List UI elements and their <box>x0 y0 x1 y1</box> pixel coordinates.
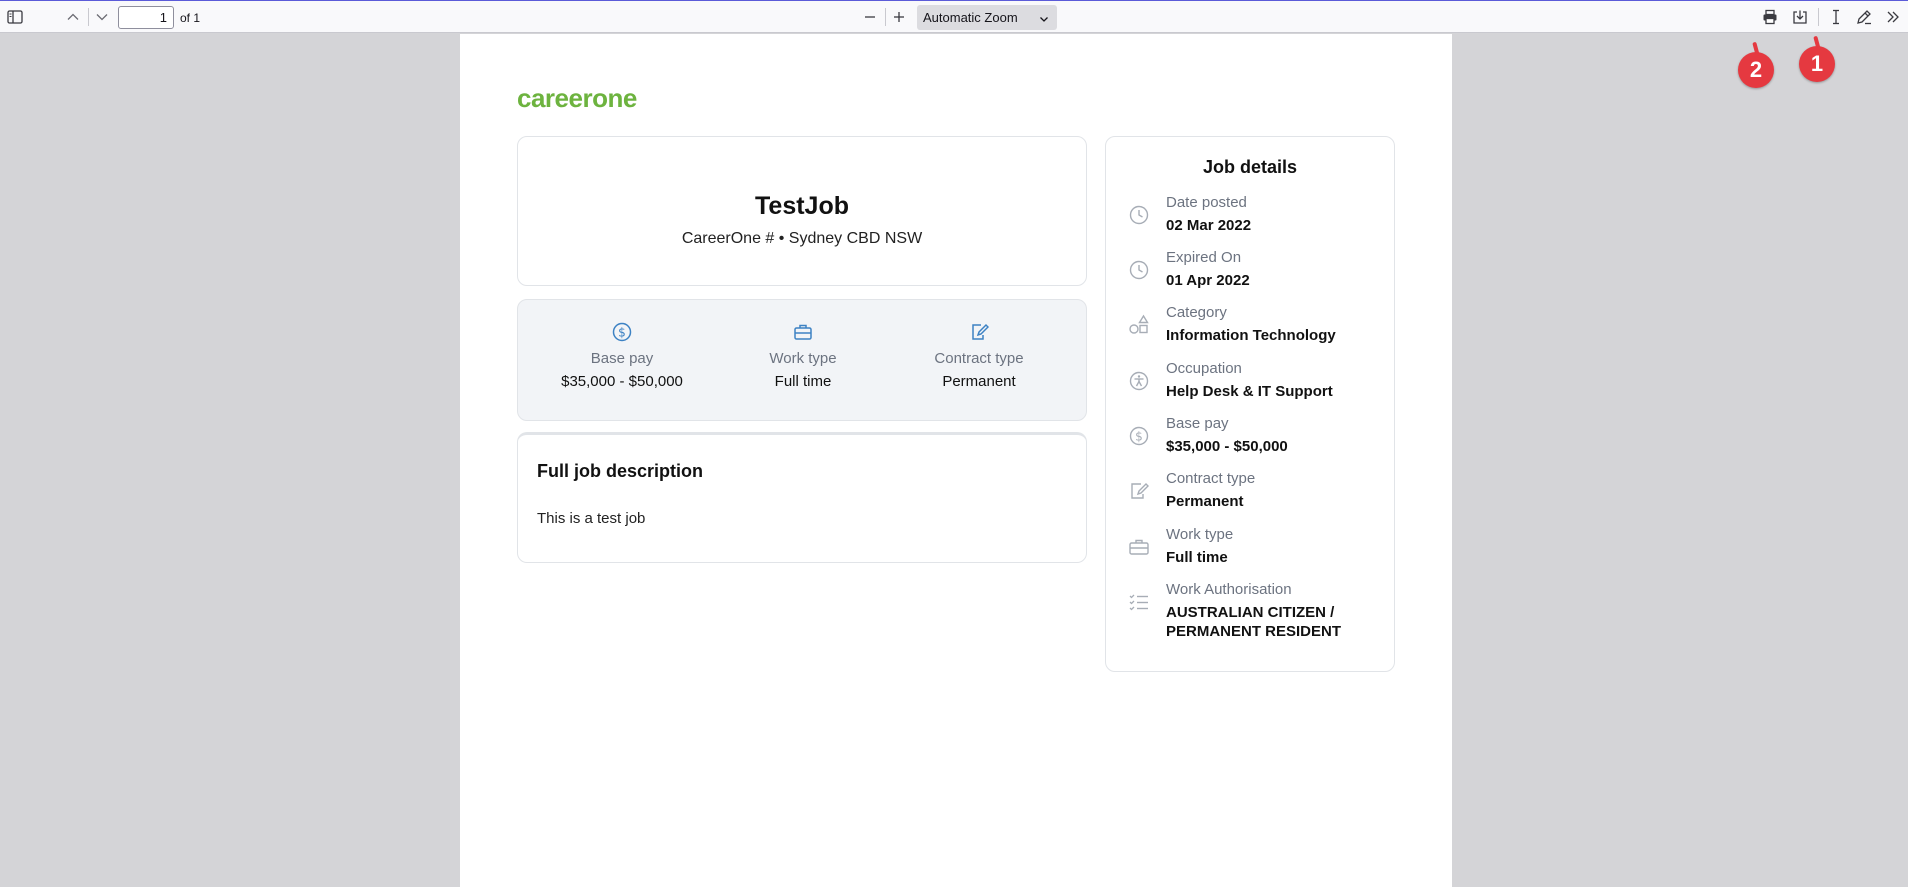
job-summary-card: $ Base pay $35,000 - $50,000 Work type F… <box>517 299 1087 421</box>
detail-label: Category <box>1166 304 1227 321</box>
job-header-card: TestJob CareerOne # • Sydney CBD NSW <box>517 136 1087 286</box>
summary-value: Full time <box>774 373 832 390</box>
sidebar-toggle-button[interactable] <box>2 5 28 29</box>
summary-work-type: Work type Full time <box>713 322 893 390</box>
summary-label: Work type <box>769 350 837 367</box>
detail-label: Base pay <box>1166 415 1229 432</box>
job-subtitle: CareerOne # • Sydney CBD NSW <box>681 230 923 247</box>
text-cursor-icon <box>1833 9 1839 25</box>
detail-value: 01 Apr 2022 <box>1166 272 1250 289</box>
minus-icon <box>865 16 875 18</box>
careerone-logo: careerone <box>517 83 637 113</box>
dollar-icon: $ <box>1129 426 1149 446</box>
detail-value: Help Desk & IT Support <box>1166 383 1333 400</box>
page-count: of 1 <box>180 11 201 25</box>
double-chevron-right-icon <box>1887 11 1899 23</box>
detail-label: Work Authorisation <box>1166 581 1292 598</box>
pdf-toolbar: 1 of 1 Automatic Zoom <box>0 0 1908 33</box>
more-tools-button[interactable] <box>1880 5 1906 29</box>
description-heading: Full job description <box>537 461 703 481</box>
annotation-badge-2: 2 <box>1738 52 1774 88</box>
detail-value: Information Technology <box>1166 327 1336 344</box>
chevron-down-icon <box>96 14 108 21</box>
zoom-out-button[interactable] <box>857 5 883 29</box>
page-number-input[interactable]: 1 <box>118 6 174 29</box>
job-title: TestJob <box>755 192 849 220</box>
accessibility-icon <box>1129 371 1149 391</box>
summary-label: Base pay <box>590 350 654 367</box>
zoom-value: Automatic Zoom <box>923 10 1018 25</box>
description-text: This is a test job <box>537 510 646 527</box>
summary-base-pay: $ Base pay $35,000 - $50,000 <box>532 322 712 390</box>
job-details-card: Job details Date posted 02 Mar 2022 Expi… <box>1105 136 1395 672</box>
detail-label: Occupation <box>1166 360 1242 377</box>
detail-label: Expired On <box>1166 249 1242 266</box>
job-description-card: Full job description This is a test job <box>517 432 1087 563</box>
briefcase-icon <box>794 324 812 340</box>
download-button[interactable] <box>1787 5 1813 29</box>
clock-icon <box>1129 205 1149 225</box>
print-button[interactable] <box>1757 5 1783 29</box>
text-tool-button[interactable] <box>1823 5 1849 29</box>
detail-value: Permanent <box>1166 493 1244 510</box>
zoom-select[interactable]: Automatic Zoom <box>917 5 1057 30</box>
detail-label: Date posted <box>1166 194 1247 211</box>
job-details-heading: Job details <box>1202 157 1298 177</box>
annotation-badge-1: 1 <box>1799 46 1835 82</box>
detail-value: $35,000 - $50,000 <box>1166 438 1288 455</box>
clock-icon <box>1129 260 1149 280</box>
chevron-up-icon <box>67 13 79 20</box>
detail-value: AUSTRALIAN CITIZEN / PERMANENT RESIDENT <box>1166 604 1342 640</box>
briefcase-icon <box>1129 539 1149 555</box>
printer-icon <box>1763 9 1777 25</box>
sidebar-icon <box>7 10 23 24</box>
detail-value: 02 Mar 2022 <box>1166 217 1252 234</box>
dollar-icon: $ <box>612 322 632 342</box>
svg-text:$: $ <box>618 326 626 340</box>
zoom-in-button[interactable] <box>886 5 912 29</box>
summary-value: $35,000 - $50,000 <box>561 373 683 390</box>
next-page-button[interactable] <box>89 5 115 29</box>
detail-label: Work type <box>1166 526 1234 543</box>
summary-contract-type: Contract type Permanent <box>889 322 1069 390</box>
previous-page-button[interactable] <box>60 5 86 29</box>
contract-icon <box>1131 483 1149 499</box>
detail-value: Full time <box>1166 549 1228 566</box>
shapes-icon <box>1129 314 1149 334</box>
pdf-page: careerone TestJob CareerOne # • Sydney C… <box>460 34 1452 887</box>
summary-label: Contract type <box>934 350 1024 367</box>
download-icon <box>1793 10 1807 24</box>
pencil-icon <box>1857 10 1871 25</box>
svg-text:$: $ <box>1135 430 1143 444</box>
detail-label: Contract type <box>1166 470 1256 487</box>
contract-icon <box>972 323 989 340</box>
plus-icon <box>894 12 904 22</box>
draw-tool-button[interactable] <box>1851 5 1877 29</box>
checklist-icon <box>1129 594 1148 611</box>
chevron-down-icon <box>1039 5 1049 30</box>
summary-value: Permanent <box>942 373 1016 390</box>
